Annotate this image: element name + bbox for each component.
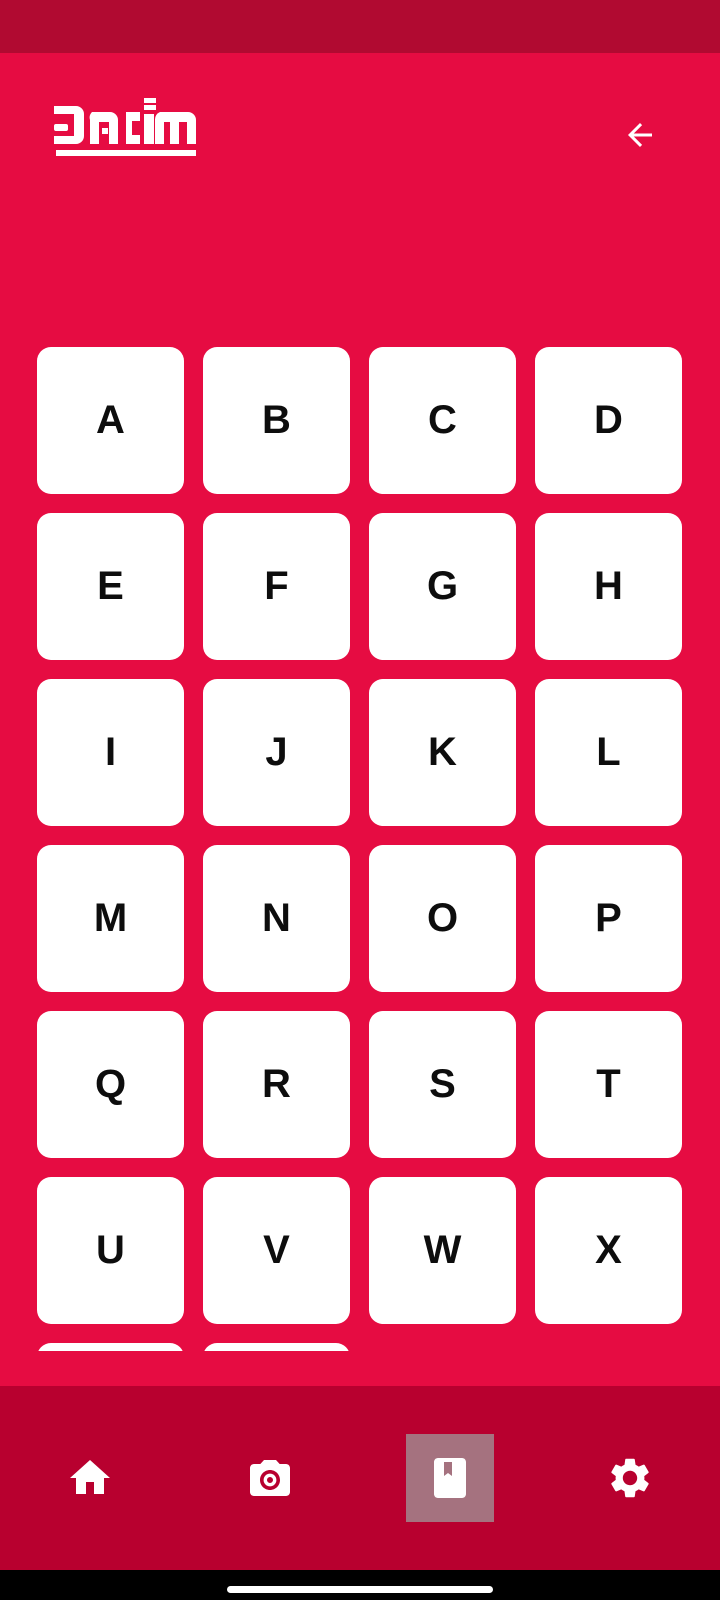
nav-camera-button[interactable] xyxy=(226,1434,314,1522)
letter-key-v[interactable]: V xyxy=(203,1177,350,1324)
letter-key-t[interactable]: T xyxy=(535,1011,682,1158)
camera-icon xyxy=(250,1460,290,1496)
letter-key-label: T xyxy=(596,1062,621,1106)
letter-key-n[interactable]: N xyxy=(203,845,350,992)
letter-key-label: Q xyxy=(94,1062,127,1106)
letter-key-label: D xyxy=(594,398,623,442)
letter-key-label: J xyxy=(265,730,288,774)
letter-key-label: V xyxy=(263,1228,290,1272)
letter-key-u[interactable]: U xyxy=(37,1177,184,1324)
letter-key-c[interactable]: C xyxy=(369,347,516,494)
system-gesture-area xyxy=(0,1570,720,1600)
nav-dictionary-button[interactable] xyxy=(406,1434,494,1522)
letter-key-i[interactable]: I xyxy=(37,679,184,826)
book-icon xyxy=(434,1458,466,1498)
letter-key-label: G xyxy=(426,564,459,608)
gesture-handle[interactable] xyxy=(227,1586,493,1593)
letter-key-label: K xyxy=(428,730,457,774)
letter-key-label: R xyxy=(262,1062,291,1106)
status-bar xyxy=(0,0,720,53)
letter-key-label: U xyxy=(96,1228,125,1272)
letter-key-label: B xyxy=(262,398,291,442)
letter-key-label: L xyxy=(596,730,621,774)
arrow-left-icon xyxy=(628,123,652,147)
bottom-navigation xyxy=(0,1386,720,1570)
letter-key-label: O xyxy=(426,896,459,940)
letter-grid-viewport[interactable]: A B C D E F G H I J K L M N O P Q R S T U V W X Y Z xyxy=(0,333,720,1351)
nav-home-button[interactable] xyxy=(46,1434,134,1522)
app-logo xyxy=(52,98,204,162)
letter-key-m[interactable]: M xyxy=(37,845,184,992)
letter-key-r[interactable]: R xyxy=(203,1011,350,1158)
letter-key-l[interactable]: L xyxy=(535,679,682,826)
gear-icon xyxy=(611,1458,649,1498)
letter-key-label: C xyxy=(428,398,457,442)
letter-key-s[interactable]: S xyxy=(369,1011,516,1158)
back-button[interactable] xyxy=(608,103,672,167)
letter-key-label: F xyxy=(264,564,289,608)
letter-key-a[interactable]: A xyxy=(37,347,184,494)
letter-key-b[interactable]: B xyxy=(203,347,350,494)
letter-key-label: H xyxy=(594,564,623,608)
letter-key-label: I xyxy=(104,730,117,774)
letter-key-x[interactable]: X xyxy=(535,1177,682,1324)
letter-key-label: A xyxy=(96,398,125,442)
letter-key-label: X xyxy=(595,1228,622,1272)
app-header xyxy=(0,53,720,333)
letter-key-y[interactable]: Y xyxy=(37,1343,184,1351)
home-icon xyxy=(70,1460,110,1494)
letter-key-p[interactable]: P xyxy=(535,845,682,992)
letter-key-d[interactable]: D xyxy=(535,347,682,494)
letter-key-label: E xyxy=(97,564,124,608)
letter-key-f[interactable]: F xyxy=(203,513,350,660)
letter-key-h[interactable]: H xyxy=(535,513,682,660)
letter-key-z[interactable]: Z xyxy=(203,1343,350,1351)
letter-key-g[interactable]: G xyxy=(369,513,516,660)
letter-key-q[interactable]: Q xyxy=(37,1011,184,1158)
letter-key-label: S xyxy=(429,1062,456,1106)
letter-key-w[interactable]: W xyxy=(369,1177,516,1324)
letter-grid: A B C D E F G H I J K L M N O P Q R S T U V W X Y Z xyxy=(37,347,683,1351)
letter-key-label: W xyxy=(423,1228,462,1272)
letter-key-j[interactable]: J xyxy=(203,679,350,826)
nav-settings-button[interactable] xyxy=(586,1434,674,1522)
letter-key-label: P xyxy=(595,896,622,940)
letter-key-label: N xyxy=(262,896,291,940)
letter-key-e[interactable]: E xyxy=(37,513,184,660)
letter-key-k[interactable]: K xyxy=(369,679,516,826)
letter-key-o[interactable]: O xyxy=(369,845,516,992)
letter-key-label: M xyxy=(93,896,128,940)
